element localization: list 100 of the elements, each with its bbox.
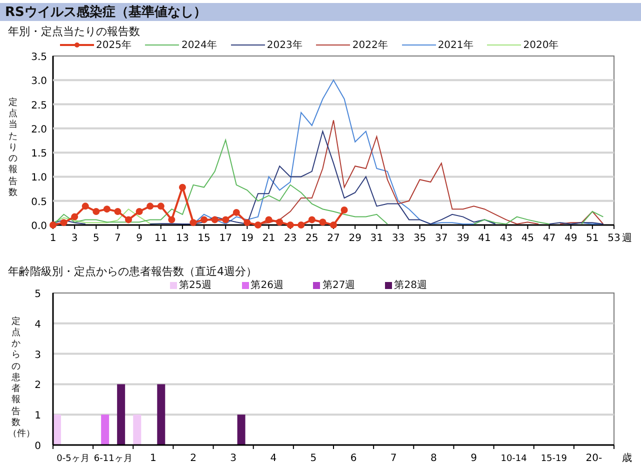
y-tick-label: 3.0 bbox=[31, 76, 47, 88]
legend-label: 2025年 bbox=[96, 39, 132, 52]
y-tick-label: 1 bbox=[34, 410, 41, 422]
data-point bbox=[298, 222, 305, 228]
y-tick-label: 3.5 bbox=[31, 52, 47, 63]
data-point bbox=[254, 222, 262, 228]
x-tick-label: 53 bbox=[608, 233, 620, 244]
x-tick-label: 17 bbox=[219, 233, 232, 244]
x-tick-label: 35 bbox=[413, 233, 426, 244]
y-tick-label: 2.5 bbox=[31, 100, 47, 112]
data-point bbox=[157, 202, 164, 210]
y-tick-label: 0.5 bbox=[31, 196, 47, 208]
x-tick-label: 3 bbox=[71, 233, 78, 244]
legend-label: 2021年 bbox=[438, 39, 474, 52]
y-tick-label: 1.0 bbox=[31, 172, 47, 184]
y-tick-label: 4 bbox=[34, 319, 41, 330]
data-point bbox=[200, 216, 208, 224]
data-point bbox=[146, 202, 154, 210]
x-tick-label: 1 bbox=[50, 233, 56, 244]
x-tick-label: 15-19 bbox=[540, 454, 567, 464]
data-point bbox=[50, 222, 56, 228]
x-tick-label: 6-11ヶ月 bbox=[94, 454, 132, 464]
y-tick-label: 3 bbox=[34, 350, 41, 361]
x-tick-label: 15 bbox=[198, 233, 210, 244]
x-tick-label: 37 bbox=[435, 233, 448, 244]
legend-label: 第26週 bbox=[250, 279, 284, 292]
x-tick-label: 10-14 bbox=[500, 454, 527, 464]
legend-label: 第27週 bbox=[322, 279, 356, 292]
x-tick-label: 47 bbox=[542, 233, 556, 244]
data-point bbox=[190, 219, 197, 226]
y-tick-label: 0 bbox=[34, 441, 41, 452]
x-tick-label: 8 bbox=[430, 453, 437, 464]
data-point bbox=[103, 206, 110, 213]
x-tick-label: 9 bbox=[470, 453, 477, 464]
x-tick-label: 23 bbox=[284, 233, 297, 244]
y-axis-label: 定点当たりの報告数 bbox=[8, 96, 18, 200]
data-point bbox=[92, 208, 100, 215]
y-tick-label: 2.0 bbox=[31, 124, 47, 136]
data-point bbox=[308, 216, 316, 224]
x-tick-label: 4 bbox=[270, 453, 277, 464]
legend-label: 2020年 bbox=[523, 39, 559, 52]
x-tick-label: 45 bbox=[521, 233, 534, 244]
data-point bbox=[265, 216, 272, 224]
data-point bbox=[136, 208, 143, 215]
data-point bbox=[232, 208, 240, 216]
legend-line-icon bbox=[60, 41, 94, 49]
x-tick-label: 3 bbox=[230, 453, 236, 464]
x-tick-label: 29 bbox=[348, 233, 362, 244]
x-tick-label: 6 bbox=[350, 453, 357, 464]
x-tick-label: 25 bbox=[306, 233, 318, 244]
data-point bbox=[286, 222, 294, 228]
data-point bbox=[178, 184, 186, 191]
data-point bbox=[60, 219, 68, 226]
data-point bbox=[222, 216, 230, 224]
x-tick-label: 27 bbox=[327, 233, 340, 244]
page-title: RSウイルス感染症（基準値なし） bbox=[0, 3, 641, 21]
y-tick-label: 1.5 bbox=[31, 148, 47, 160]
x-tick-label: 0-5ヶ月 bbox=[56, 454, 90, 464]
y-tick-label: 5 bbox=[34, 289, 41, 300]
y-tick-label: 2 bbox=[34, 380, 41, 392]
data-point bbox=[82, 202, 89, 210]
data-point bbox=[330, 222, 337, 228]
data-point bbox=[168, 216, 176, 224]
x-tick-label: 20- bbox=[586, 453, 602, 464]
x-tick-label: 7 bbox=[114, 233, 121, 244]
x-tick-label: 1 bbox=[150, 453, 156, 464]
x-tick-label: 43 bbox=[500, 233, 512, 244]
legend-label: 第25週 bbox=[179, 279, 212, 292]
x-axis-label: 週 bbox=[622, 233, 632, 244]
x-tick-label: 19 bbox=[240, 233, 254, 244]
data-point bbox=[340, 206, 348, 214]
x-tick-label: 11 bbox=[154, 233, 168, 244]
chart-title: 年齢階級別・定点からの患者報告数（直近4週分） bbox=[7, 264, 258, 279]
x-tick-label: 31 bbox=[370, 233, 384, 244]
x-tick-label: 5 bbox=[310, 453, 317, 464]
x-tick-label: 13 bbox=[176, 233, 189, 244]
legend-label: 2024年 bbox=[181, 39, 217, 52]
x-tick-label: 39 bbox=[456, 233, 470, 244]
legend-label: 第28週 bbox=[394, 279, 427, 292]
data-point bbox=[244, 219, 251, 226]
data-point bbox=[71, 213, 78, 220]
data-point bbox=[276, 218, 284, 226]
x-tick-label: 2 bbox=[190, 453, 196, 464]
data-point bbox=[114, 208, 122, 215]
x-tick-label: 49 bbox=[564, 233, 578, 244]
x-axis-label: 歳 bbox=[622, 453, 632, 464]
x-tick-label: 33 bbox=[392, 233, 405, 244]
legend-label: 2022年 bbox=[352, 39, 388, 52]
chart-title: 年別・定点当たりの報告数 bbox=[7, 24, 141, 39]
y-tick-label: 0.0 bbox=[31, 221, 47, 232]
data-point bbox=[319, 218, 326, 226]
x-tick-label: 21 bbox=[262, 233, 276, 244]
x-tick-label: 5 bbox=[92, 233, 100, 244]
x-tick-label: 51 bbox=[586, 233, 599, 244]
x-tick-label: 41 bbox=[478, 233, 491, 244]
data-point bbox=[211, 216, 218, 224]
legend-label: 2023年 bbox=[266, 39, 302, 52]
x-tick-label: 9 bbox=[136, 233, 142, 244]
x-tick-label: 7 bbox=[390, 453, 397, 464]
data-point bbox=[125, 216, 132, 224]
